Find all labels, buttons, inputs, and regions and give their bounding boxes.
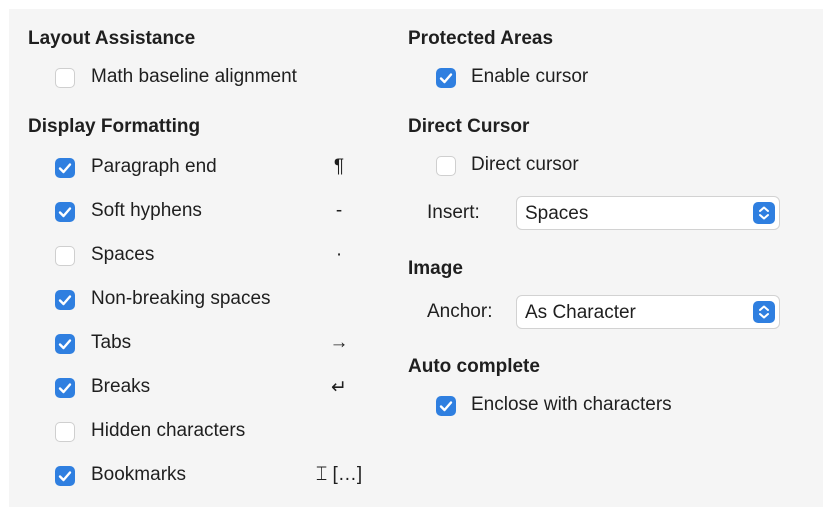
display-formatting-label: Paragraph end xyxy=(91,156,217,177)
up-down-chevron-icon xyxy=(753,202,775,224)
image-heading: Image xyxy=(408,258,463,279)
formatting-mark-symbol: - xyxy=(335,200,343,221)
display-formatting-checkbox[interactable] xyxy=(55,378,75,398)
display-formatting-checkbox[interactable] xyxy=(55,466,75,486)
display-formatting-label: Breaks xyxy=(91,376,151,397)
formatting-mark-symbol: ↵ xyxy=(331,377,347,398)
display-formatting-checkbox[interactable] xyxy=(55,422,75,442)
checkmark-icon xyxy=(439,401,453,412)
direct-cursor-label: Direct cursor xyxy=(471,154,579,175)
checkmark-icon xyxy=(58,471,72,482)
auto-complete-heading: Auto complete xyxy=(408,356,540,377)
layout-assistance-heading: Layout Assistance xyxy=(28,28,196,49)
enclose-label: Enclose with characters xyxy=(471,394,672,415)
formatting-mark-symbol: ⌶ […] xyxy=(315,464,363,485)
math-baseline-label: Math baseline alignment xyxy=(91,66,297,87)
checkmark-icon xyxy=(439,73,453,84)
display-formatting-checkbox[interactable] xyxy=(55,158,75,178)
display-formatting-checkbox[interactable] xyxy=(55,334,75,354)
direct-cursor-checkbox[interactable] xyxy=(436,156,456,176)
insert-select[interactable]: Spaces xyxy=(516,196,780,230)
math-baseline-checkbox[interactable] xyxy=(55,68,75,88)
enable-cursor-checkbox[interactable] xyxy=(436,68,456,88)
display-formatting-checkbox[interactable] xyxy=(55,290,75,310)
protected-areas-heading: Protected Areas xyxy=(408,28,554,49)
insert-label: Insert: xyxy=(427,202,480,223)
anchor-label: Anchor: xyxy=(427,301,493,322)
checkmark-icon xyxy=(58,295,72,306)
checkmark-icon xyxy=(58,339,72,350)
direct-cursor-heading: Direct Cursor xyxy=(408,116,530,137)
display-formatting-label: Hidden characters xyxy=(91,420,246,441)
display-formatting-label: Bookmarks xyxy=(91,464,187,485)
formatting-mark-symbol: · xyxy=(335,244,343,265)
display-formatting-checkbox[interactable] xyxy=(55,202,75,222)
checkmark-icon xyxy=(58,383,72,394)
insert-select-value: Spaces xyxy=(525,203,589,224)
options-panel: Layout Assistance Math baseline alignmen… xyxy=(9,9,823,507)
up-down-chevron-icon xyxy=(753,301,775,323)
anchor-select[interactable]: As Character xyxy=(516,295,780,329)
anchor-select-value: As Character xyxy=(525,302,636,323)
formatting-mark-symbol: ¶ xyxy=(333,156,345,177)
display-formatting-checkbox[interactable] xyxy=(55,246,75,266)
display-formatting-label: Soft hyphens xyxy=(91,200,202,221)
enable-cursor-label: Enable cursor xyxy=(471,66,589,87)
checkmark-icon xyxy=(58,207,72,218)
display-formatting-heading: Display Formatting xyxy=(28,116,201,137)
enclose-checkbox[interactable] xyxy=(436,396,456,416)
display-formatting-label: Non-breaking spaces xyxy=(91,288,271,309)
formatting-mark-symbol: → xyxy=(329,332,349,353)
checkmark-icon xyxy=(58,163,72,174)
display-formatting-label: Tabs xyxy=(91,332,132,353)
display-formatting-label: Spaces xyxy=(91,244,155,265)
